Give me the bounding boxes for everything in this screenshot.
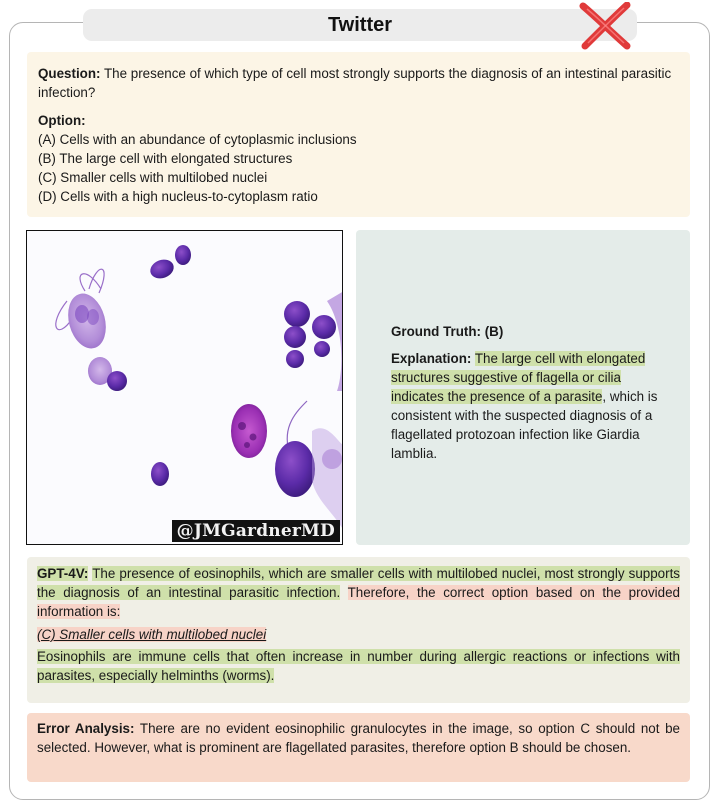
question-text: Question: The presence of which type of …: [38, 66, 672, 100]
error-analysis-text: Error Analysis: There are no evident eos…: [37, 721, 680, 755]
red-x-icon: [579, 2, 631, 50]
gpt4v-panel: GPT-4V: The presence of eosinophils, whi…: [27, 557, 690, 703]
explanation-text: Explanation: The large cell with elongat…: [391, 351, 658, 461]
option-b: (B) The large cell with elongated struct…: [38, 151, 293, 166]
ground-truth-label: Ground Truth: (B): [391, 324, 504, 339]
parasite-micrograph: [27, 231, 342, 544]
option-c: (C) Smaller cells with multilobed nuclei: [38, 170, 268, 185]
question-panel: Question: The presence of which type of …: [27, 52, 690, 217]
option-d: (D) Cells with a high nucleus-to-cytopla…: [38, 189, 318, 204]
options-label: Option:: [38, 113, 86, 128]
gpt4v-answer: (C) Smaller cells with multilobed nuclei: [37, 627, 267, 642]
image-watermark: @JMGardnerMD: [171, 520, 340, 542]
page-title: Twitter: [83, 9, 637, 41]
gpt4v-reasoning: Eosinophils are immune cells that often …: [37, 649, 680, 683]
error-analysis-panel: Error Analysis: There are no evident eos…: [27, 713, 690, 782]
microscopy-image: @JMGardnerMD: [26, 230, 343, 545]
option-a: (A) Cells with an abundance of cytoplasm…: [38, 132, 357, 147]
ground-truth-panel: Ground Truth: (B) Explanation: The large…: [356, 230, 690, 545]
gpt4v-text: GPT-4V: The presence of eosinophils, whi…: [37, 566, 681, 619]
